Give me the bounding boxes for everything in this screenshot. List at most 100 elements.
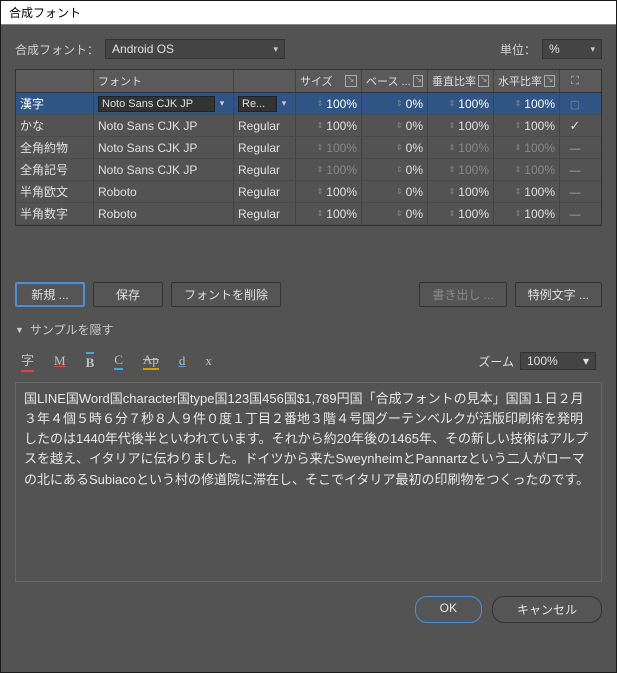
tool-c[interactable]: C <box>114 352 123 370</box>
cell-vertical: ⇕100% <box>428 137 494 158</box>
chevron-down-icon[interactable]: ▾ <box>277 98 291 109</box>
cell-vertical: ⇕100% <box>428 115 494 136</box>
reset-icon[interactable] <box>478 75 489 87</box>
table-row[interactable]: かなNoto Sans CJK JPRegular⇕100%⇕0%⇕100%⇕1… <box>16 115 601 137</box>
cancel-button[interactable]: キャンセル <box>492 596 602 623</box>
toggle-sample-row[interactable]: ▼ サンプルを隠す <box>15 321 602 338</box>
tool-m[interactable]: M <box>54 353 66 369</box>
cell-size: ⇕100% <box>296 115 362 136</box>
table-body: 漢字▾▾⇕100%⇕0%⇕100%⇕100%かなNoto Sans CJK JP… <box>16 93 601 225</box>
cell-category: かな <box>16 115 94 136</box>
cell-baseline: ⇕0% <box>362 159 428 180</box>
cell-baseline: ⇕0% <box>362 115 428 136</box>
cell-size[interactable]: ⇕100% <box>296 93 362 114</box>
th-category <box>16 70 94 92</box>
button-row: 新規 ... 保存 フォントを削除 書き出し ... 特例文字 ... <box>15 282 602 307</box>
cell-font: Noto Sans CJK JP <box>94 115 234 136</box>
save-button[interactable]: 保存 <box>93 282 163 307</box>
cell-vertical: ⇕100% <box>428 159 494 180</box>
reset-icon[interactable] <box>544 75 555 87</box>
composite-font-select[interactable]: Android OS ▾ <box>105 39 285 59</box>
cell-mark[interactable] <box>560 203 590 224</box>
chevron-down-icon: ▾ <box>583 354 589 368</box>
triangle-down-icon: ▼ <box>15 325 24 335</box>
cell-category: 漢字 <box>16 93 94 114</box>
th-font[interactable]: フォント <box>94 70 234 92</box>
cell-font: Roboto <box>94 203 234 224</box>
tool-b[interactable]: B <box>86 352 95 371</box>
th-horizontal[interactable]: 水平比率 <box>494 70 560 92</box>
cell-style: Regular <box>234 115 296 136</box>
cell-size: ⇕100% <box>296 159 362 180</box>
dash-icon <box>570 163 581 177</box>
zoom-control: ズーム 100% ▾ <box>478 352 596 370</box>
cell-style[interactable]: ▾ <box>234 93 296 114</box>
cell-category: 全角約物 <box>16 137 94 158</box>
cell-mark[interactable] <box>560 115 590 136</box>
cell-vertical: ⇕100% <box>428 181 494 202</box>
cell-mark[interactable] <box>560 159 590 180</box>
font-input[interactable] <box>98 96 215 112</box>
th-vertical[interactable]: 垂直比率 <box>428 70 494 92</box>
dash-icon <box>570 185 581 199</box>
checkbox-icon <box>570 97 580 111</box>
unit-label: 単位： <box>500 41 536 58</box>
cell-mark[interactable] <box>560 93 590 114</box>
special-chars-button[interactable]: 特例文字 ... <box>515 282 602 307</box>
cell-size: ⇕100% <box>296 181 362 202</box>
chevron-down-icon: ▾ <box>273 44 278 55</box>
tool-kanji[interactable]: 字 <box>21 350 34 372</box>
window-title: 合成フォント <box>1 1 616 25</box>
reset-icon[interactable] <box>345 75 357 87</box>
cell-vertical[interactable]: ⇕100% <box>428 93 494 114</box>
th-size[interactable]: サイズ <box>296 70 362 92</box>
font-table: フォント サイズ ベース ... 垂直比率 水平比率 ⛶ 漢字▾▾⇕100%⇕0… <box>15 69 602 226</box>
table-row[interactable]: 漢字▾▾⇕100%⇕0%⇕100%⇕100% <box>16 93 601 115</box>
cell-category: 全角記号 <box>16 159 94 180</box>
th-baseline[interactable]: ベース ... <box>362 70 428 92</box>
zoom-select[interactable]: 100% ▾ <box>520 352 596 370</box>
new-button[interactable]: 新規 ... <box>15 282 85 307</box>
tool-d[interactable]: d <box>179 353 186 369</box>
cell-horizontal: ⇕100% <box>494 137 560 158</box>
th-style <box>234 70 296 92</box>
cell-horizontal[interactable]: ⇕100% <box>494 93 560 114</box>
composite-font-dialog: 合成フォント 合成フォント： Android OS ▾ 単位： % ▾ フォント… <box>0 0 617 673</box>
table-header: フォント サイズ ベース ... 垂直比率 水平比率 ⛶ <box>16 70 601 93</box>
cell-mark[interactable] <box>560 181 590 202</box>
style-input[interactable] <box>238 96 277 112</box>
table-row[interactable]: 半角数字RobotoRegular⇕100%⇕0%⇕100%⇕100% <box>16 203 601 225</box>
th-mark[interactable]: ⛶ <box>560 70 590 92</box>
table-row[interactable]: 半角欧文RobotoRegular⇕100%⇕0%⇕100%⇕100% <box>16 181 601 203</box>
top-controls-row: 合成フォント： Android OS ▾ 単位： % ▾ <box>15 39 602 59</box>
chevron-down-icon[interactable]: ▾ <box>215 98 229 109</box>
cell-category: 半角数字 <box>16 203 94 224</box>
cell-font: Noto Sans CJK JP <box>94 159 234 180</box>
zoom-label: ズーム <box>478 353 514 370</box>
unit-value: % <box>549 42 560 56</box>
chevron-down-icon: ▾ <box>590 44 595 55</box>
ok-button[interactable]: OK <box>415 596 482 623</box>
reset-icon[interactable] <box>413 75 423 87</box>
cell-style: Regular <box>234 137 296 158</box>
unit-select[interactable]: % ▾ <box>542 39 602 59</box>
table-row[interactable]: 全角記号Noto Sans CJK JPRegular⇕100%⇕0%⇕100%… <box>16 159 601 181</box>
cell-baseline[interactable]: ⇕0% <box>362 93 428 114</box>
cell-size: ⇕100% <box>296 137 362 158</box>
sample-toolbar: 字 M B C Ap d x ズーム 100% ▾ <box>15 346 602 376</box>
tool-x[interactable]: x <box>205 353 212 369</box>
cell-category: 半角欧文 <box>16 181 94 202</box>
toggle-sample-label: サンプルを隠す <box>30 321 114 338</box>
cell-mark[interactable] <box>560 137 590 158</box>
sample-text-area[interactable]: 国LINE国Word国character国type国123国456国$1,789… <box>15 382 602 582</box>
cell-font[interactable]: ▾ <box>94 93 234 114</box>
cell-horizontal: ⇕100% <box>494 159 560 180</box>
composite-font-value: Android OS <box>112 42 174 56</box>
dash-icon <box>570 207 581 221</box>
delete-font-button[interactable]: フォントを削除 <box>171 282 281 307</box>
tool-ap[interactable]: Ap <box>143 352 159 370</box>
cell-horizontal: ⇕100% <box>494 115 560 136</box>
cell-baseline: ⇕0% <box>362 181 428 202</box>
cell-size: ⇕100% <box>296 203 362 224</box>
table-row[interactable]: 全角約物Noto Sans CJK JPRegular⇕100%⇕0%⇕100%… <box>16 137 601 159</box>
